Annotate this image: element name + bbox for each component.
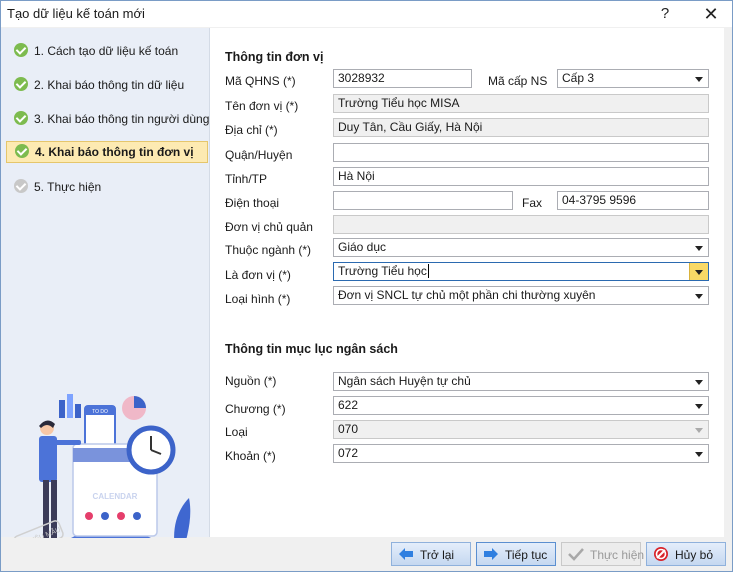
text-caret xyxy=(427,264,429,278)
ten-don-vi-field[interactable]: Trường Tiểu học MISA xyxy=(333,94,709,113)
la-don-vi-select[interactable]: Trường Tiểu học xyxy=(333,262,709,281)
back-button[interactable]: Trở lại xyxy=(391,542,471,566)
label-tinh-tp: Tỉnh/TP xyxy=(225,172,268,186)
steps-sidebar: 1. Cách tạo dữ liệu kế toán 2. Khai báo … xyxy=(1,28,210,564)
cancel-icon xyxy=(654,547,668,561)
check-icon xyxy=(14,43,28,57)
chuong-value: 622 xyxy=(338,398,359,412)
label-don-vi-chu-quan: Đơn vị chủ quản xyxy=(225,220,313,234)
label-ma-cap-ns: Mã cấp NS xyxy=(488,74,548,88)
chevron-down-icon[interactable] xyxy=(690,287,708,304)
step-5[interactable]: 5. Thực hiện xyxy=(6,176,206,198)
check-icon xyxy=(15,144,29,158)
thuoc-nganh-select[interactable]: Giáo dục xyxy=(333,238,709,257)
ma-cap-ns-value: Cấp 3 xyxy=(562,71,595,85)
tinh-tp-field[interactable]: Hà Nội xyxy=(333,167,709,186)
fax-field[interactable]: 04-3795 9596 xyxy=(557,191,709,210)
thuoc-nganh-value: Giáo dục xyxy=(338,240,387,254)
quan-huyen-field[interactable] xyxy=(333,143,709,162)
checkmark-icon xyxy=(568,548,584,561)
nguon-select[interactable]: Ngân sách Huyện tự chủ xyxy=(333,372,709,391)
loai-hinh-select[interactable]: Đơn vị SNCL tự chủ một phần chi thường x… xyxy=(333,286,709,305)
label-dia-chi: Địa chỉ (*) xyxy=(225,123,278,137)
title-bar: Tạo dữ liệu kế toán mới ? ✕ xyxy=(1,1,732,27)
chevron-down-icon[interactable] xyxy=(689,263,708,280)
loai-value: 070 xyxy=(338,422,359,436)
close-button[interactable]: ✕ xyxy=(701,4,721,24)
step-label: 1. Cách tạo dữ liệu kế toán xyxy=(34,44,179,58)
step-4[interactable]: 4. Khai báo thông tin đơn vị xyxy=(6,141,208,163)
loai-select[interactable]: 070 xyxy=(333,420,709,439)
step-1[interactable]: 1. Cách tạo dữ liệu kế toán xyxy=(6,40,206,62)
footer-bar: Trở lại Tiếp tục Thực hiện Hủy bỏ xyxy=(1,538,732,571)
execute-button[interactable]: Thực hiện xyxy=(561,542,645,566)
window-title: Tạo dữ liệu kế toán mới xyxy=(7,6,145,21)
chevron-down-icon[interactable] xyxy=(690,373,708,390)
label-ten-don-vi: Tên đơn vị (*) xyxy=(225,99,299,113)
cancel-label: Hủy bỏ xyxy=(675,548,714,562)
khoan-value: 072 xyxy=(338,446,359,460)
chevron-down-icon[interactable] xyxy=(690,70,708,87)
check-icon xyxy=(14,111,28,125)
label-nguon: Nguồn (*) xyxy=(225,374,277,388)
chevron-down-icon[interactable] xyxy=(690,445,708,462)
next-button[interactable]: Tiếp tục xyxy=(476,542,556,566)
ma-cap-ns-select[interactable]: Cấp 3 xyxy=(557,69,709,88)
check-icon xyxy=(14,179,28,193)
arrow-right-icon xyxy=(484,548,498,560)
khoan-select[interactable]: 072 xyxy=(333,444,709,463)
check-icon xyxy=(14,77,28,91)
todo-card-text: TO DO xyxy=(92,409,108,415)
section-title-budget: Thông tin mục lục ngân sách xyxy=(225,342,398,356)
loai-hinh-value: Đơn vị SNCL tự chủ một phần chi thường x… xyxy=(338,288,596,302)
section-title-unit: Thông tin đơn vị xyxy=(225,50,324,64)
ma-qhns-field[interactable]: 3028932 xyxy=(333,69,472,88)
dia-chi-field[interactable]: Duy Tân, Cầu Giấy, Hà Nội xyxy=(333,118,709,137)
nguon-value: Ngân sách Huyện tự chủ xyxy=(338,374,471,388)
execute-label: Thực hiện xyxy=(590,548,645,562)
back-label: Trở lại xyxy=(420,548,455,562)
arrow-left-icon xyxy=(399,548,413,560)
label-fax: Fax xyxy=(522,196,543,210)
label-ma-qhns: Mã QHNS (*) xyxy=(225,74,296,88)
step-label: 5. Thực hiện xyxy=(34,180,102,194)
don-vi-chu-quan-field[interactable] xyxy=(333,215,709,234)
label-la-don-vi: Là đơn vị (*) xyxy=(225,268,291,282)
dien-thoai-field[interactable] xyxy=(333,191,513,210)
chevron-down-icon[interactable] xyxy=(690,397,708,414)
label-khoan: Khoản (*) xyxy=(225,449,276,463)
chevron-down-icon[interactable] xyxy=(690,239,708,256)
label-loai-hinh: Loại hình (*) xyxy=(225,292,291,306)
calendar-text: CALENDAR xyxy=(93,492,138,501)
chevron-down-icon xyxy=(690,421,708,438)
step-label: 2. Khai báo thông tin dữ liệu xyxy=(34,78,185,92)
wizard-window: Tạo dữ liệu kế toán mới ? ✕ 1. Cách tạo … xyxy=(0,0,733,572)
label-dien-thoai: Điện thoại xyxy=(225,196,280,210)
la-don-vi-value: Trường Tiểu học xyxy=(338,264,427,278)
label-thuoc-nganh: Thuộc ngành (*) xyxy=(225,243,312,257)
label-loai: Loại xyxy=(225,425,248,439)
step-2[interactable]: 2. Khai báo thông tin dữ liệu xyxy=(6,74,206,96)
next-label: Tiếp tục xyxy=(505,548,548,562)
step-label: 3. Khai báo thông tin người dùng xyxy=(34,112,210,126)
label-chuong: Chương (*) xyxy=(225,402,286,416)
form-panel: Thông tin đơn vị Mã QHNS (*) 3028932 Mã … xyxy=(209,28,724,537)
chuong-select[interactable]: 622 xyxy=(333,396,709,415)
label-quan-huyen: Quận/Huyện xyxy=(225,148,293,162)
step-label: 4. Khai báo thông tin đơn vị xyxy=(35,145,194,159)
help-button[interactable]: ? xyxy=(655,4,675,24)
step-3[interactable]: 3. Khai báo thông tin người dùng xyxy=(6,108,210,130)
cancel-button[interactable]: Hủy bỏ xyxy=(646,542,726,566)
